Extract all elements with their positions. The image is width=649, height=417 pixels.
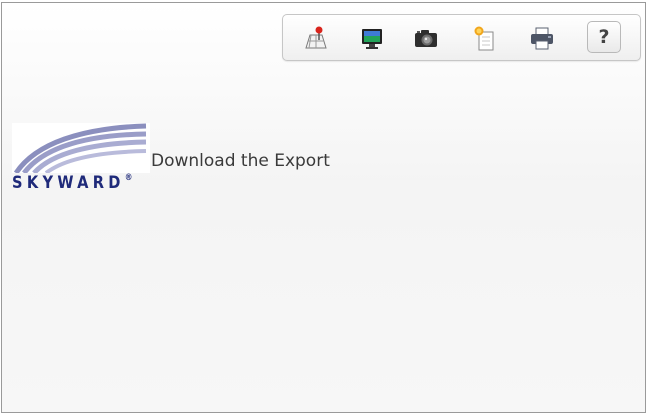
registered-mark: ® xyxy=(124,173,133,183)
toolbar: ? xyxy=(282,14,641,61)
printer-icon[interactable] xyxy=(527,23,557,53)
monitor-icon[interactable] xyxy=(357,23,387,53)
page-title: Download the Export xyxy=(151,151,330,171)
map-pin-icon[interactable] xyxy=(300,23,330,53)
export-window: ? SKYWARD® Download the Export xyxy=(1,2,646,413)
help-button[interactable]: ? xyxy=(587,21,621,53)
skyward-logo: SKYWARD® xyxy=(12,123,150,199)
new-document-icon[interactable] xyxy=(469,23,499,53)
skyward-swoosh xyxy=(12,123,150,173)
skyward-wordmark: SKYWARD® xyxy=(12,173,132,193)
camera-icon[interactable] xyxy=(411,23,441,53)
skyward-wordmark-text: SKYWARD xyxy=(12,173,125,193)
